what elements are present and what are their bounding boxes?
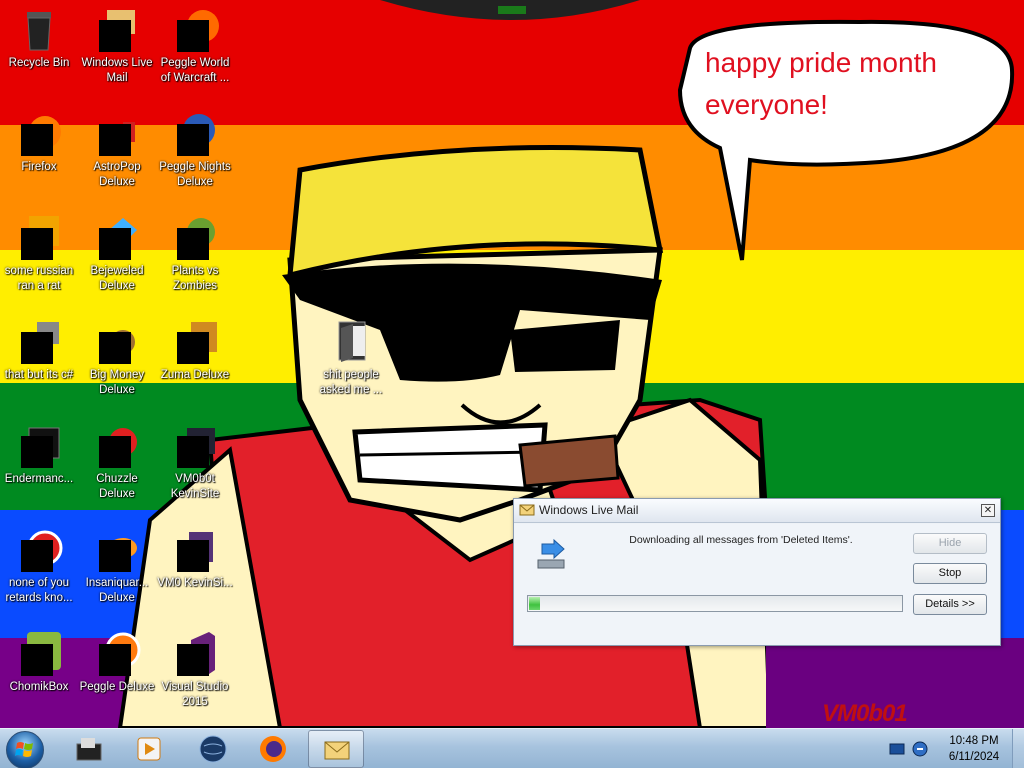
desktop-icon-label: Windows Live Mail bbox=[81, 57, 153, 84]
desktop-icon-label: shit people asked me ... bbox=[319, 369, 383, 396]
desktop-icon-label: Zuma Deluxe bbox=[160, 369, 230, 381]
desktop-icon-vm0b0t-kevinsite[interactable]: VM0b0t KevinSite bbox=[156, 422, 234, 502]
hide-button[interactable]: Hide bbox=[913, 533, 987, 554]
chuzzle-deluxe-icon bbox=[93, 422, 141, 470]
desktop-icon-label: Bejeweled Deluxe bbox=[90, 265, 144, 292]
file-explorer-icon bbox=[76, 738, 102, 761]
recycle-bin-icon bbox=[15, 6, 63, 54]
desktop-icon-label: Visual Studio 2015 bbox=[161, 681, 229, 708]
desktop-icon-vm0-kevinsite[interactable]: VM0 KevinSi... bbox=[156, 526, 234, 591]
desktop-icon-label: none of you retards kno... bbox=[5, 577, 73, 604]
chomikbox-icon bbox=[15, 630, 63, 678]
desktop-icon-zuma-deluxe[interactable]: Zuma Deluxe bbox=[156, 318, 234, 383]
desktop-icon-label: Peggle World of Warcraft ... bbox=[160, 57, 230, 84]
desktop-icon-chomikbox[interactable]: ChomikBox bbox=[0, 630, 78, 695]
show-desktop-button[interactable] bbox=[1012, 729, 1024, 768]
details-button[interactable]: Details >> bbox=[913, 594, 987, 615]
vm0b0t-icon bbox=[171, 422, 219, 470]
endermanch-icon bbox=[15, 422, 63, 470]
shortcut-icon bbox=[15, 318, 63, 366]
dialog-titlebar[interactable]: Windows Live Mail ✕ bbox=[514, 499, 1000, 523]
desktop-icon-label: Firefox bbox=[21, 161, 57, 173]
desktop-icon-label: ChomikBox bbox=[9, 681, 69, 693]
astropop-deluxe-icon bbox=[93, 110, 141, 158]
desktop-icon-windows-live-mail[interactable]: Windows Live Mail bbox=[78, 6, 156, 86]
desktop[interactable]: happy pride month everyone! VM0b01 Recyc… bbox=[0, 0, 1024, 768]
firefox-icon bbox=[260, 736, 286, 762]
firefox-icon bbox=[15, 110, 63, 158]
desktop-icon-label: that but its c# bbox=[4, 369, 74, 381]
desktop-icon-label: Endermanc... bbox=[4, 473, 74, 485]
windows-live-mail-icon bbox=[93, 6, 141, 54]
desktop-icon-firefox[interactable]: Firefox bbox=[0, 110, 78, 175]
desktop-icon-peggle-world-of-warcraft[interactable]: Peggle World of Warcraft ... bbox=[156, 6, 234, 86]
desktop-icon-label: AstroPop Deluxe bbox=[93, 161, 141, 188]
plants-vs-zombies-icon bbox=[171, 214, 219, 262]
desktop-icon-peggle-nights-deluxe[interactable]: Peggle Nights Deluxe bbox=[156, 110, 234, 190]
desktop-icon-label: Peggle Nights Deluxe bbox=[159, 161, 231, 188]
wallpaper-signature: VM0b01 bbox=[822, 700, 908, 727]
desktop-icon-label: Big Money Deluxe bbox=[89, 369, 145, 396]
desktop-icon-peggle-deluxe[interactable]: Peggle Deluxe bbox=[78, 630, 156, 695]
desktop-icon-big-money-deluxe[interactable]: Big Money Deluxe bbox=[78, 318, 156, 398]
close-icon[interactable]: ✕ bbox=[981, 504, 995, 517]
peggle-world-of-warcraft-icon bbox=[171, 6, 219, 54]
desktop-icon-plants-vs-zombies[interactable]: Plants vs Zombies bbox=[156, 214, 234, 294]
desktop-icon-folder[interactable]: shit people asked me ... bbox=[312, 318, 390, 398]
desktop-icon-label: Plants vs Zombies bbox=[171, 265, 219, 292]
dialog-body: Downloading all messages from 'Deleted I… bbox=[514, 524, 1000, 645]
desktop-icon-insaniquarium-deluxe[interactable]: Insaniquar... Deluxe bbox=[78, 526, 156, 606]
taskbar-file-explorer[interactable] bbox=[61, 730, 117, 768]
clock-date[interactable]: 6/11/2024 bbox=[935, 751, 1013, 763]
dialog-status-message: Downloading all messages from 'Deleted I… bbox=[629, 534, 853, 546]
desktop-icon-label: Recycle Bin bbox=[8, 57, 70, 69]
folder-icon bbox=[327, 318, 375, 366]
desktop-icon-that-but-its-csharp[interactable]: that but its c# bbox=[0, 318, 78, 383]
desktop-icon-some-russian-ran-a-rat[interactable]: some russian ran a rat bbox=[0, 214, 78, 294]
windows-live-mail-dialog[interactable]: Windows Live Mail ✕ Downloading all mess… bbox=[513, 498, 1001, 646]
globe-icon bbox=[199, 735, 227, 763]
desktop-icon-label: VM0b0t KevinSite bbox=[170, 473, 220, 500]
download-progress-icon bbox=[537, 538, 565, 569]
taskbar-firefox[interactable] bbox=[245, 730, 301, 768]
dialog-title: Windows Live Mail bbox=[539, 503, 639, 517]
media-player-icon bbox=[137, 737, 161, 761]
desktop-icon-astropop-deluxe[interactable]: AstroPop Deluxe bbox=[78, 110, 156, 190]
notification-tray-icons[interactable] bbox=[888, 739, 930, 759]
desktop-icon-none-of-you[interactable]: none of you retards kno... bbox=[0, 526, 78, 606]
big-money-deluxe-icon bbox=[93, 318, 141, 366]
desktop-icon-visual-studio-2015[interactable]: Visual Studio 2015 bbox=[156, 630, 234, 710]
clock-time[interactable]: 10:48 PM bbox=[935, 735, 1013, 747]
taskbar-globe[interactable] bbox=[185, 730, 241, 768]
taskbar: 10:48 PM 6/11/2024 bbox=[0, 728, 1024, 768]
shortcut-icon bbox=[15, 526, 63, 574]
visual-studio-icon bbox=[171, 630, 219, 678]
peggle-deluxe-icon bbox=[93, 630, 141, 678]
desktop-icon-recycle-bin[interactable]: Recycle Bin bbox=[0, 6, 78, 71]
desktop-icon-label: some russian ran a rat bbox=[4, 265, 74, 292]
desktop-icon-bejeweled-deluxe[interactable]: Bejeweled Deluxe bbox=[78, 214, 156, 294]
shortcut-icon bbox=[15, 214, 63, 262]
peggle-nights-deluxe-icon bbox=[171, 110, 219, 158]
bejeweled-deluxe-icon bbox=[93, 214, 141, 262]
download-progress-bar bbox=[527, 595, 903, 612]
taskbar-media-player[interactable] bbox=[121, 730, 177, 768]
desktop-icon-chuzzle-deluxe[interactable]: Chuzzle Deluxe bbox=[78, 422, 156, 502]
insaniquarium-deluxe-icon bbox=[93, 526, 141, 574]
windows-live-mail-icon bbox=[324, 741, 350, 760]
desktop-icon-endermanch[interactable]: Endermanc... bbox=[0, 422, 78, 487]
windows-logo-icon bbox=[15, 742, 33, 757]
vm0-icon bbox=[171, 526, 219, 574]
progress-bar-fill bbox=[529, 597, 540, 610]
start-button[interactable] bbox=[6, 731, 44, 768]
taskbar-windows-live-mail[interactable] bbox=[308, 730, 364, 768]
desktop-icon-label: VM0 KevinSi... bbox=[157, 577, 233, 589]
desktop-icon-label: Peggle Deluxe bbox=[79, 681, 155, 693]
desktop-icon-label: Insaniquar... Deluxe bbox=[85, 577, 149, 604]
zuma-deluxe-icon bbox=[171, 318, 219, 366]
speech-bubble-text: happy pride month everyone! bbox=[705, 47, 937, 120]
windows-live-mail-icon bbox=[519, 504, 535, 516]
stop-button[interactable]: Stop bbox=[913, 563, 987, 584]
desktop-icon-label: Chuzzle Deluxe bbox=[96, 473, 138, 500]
